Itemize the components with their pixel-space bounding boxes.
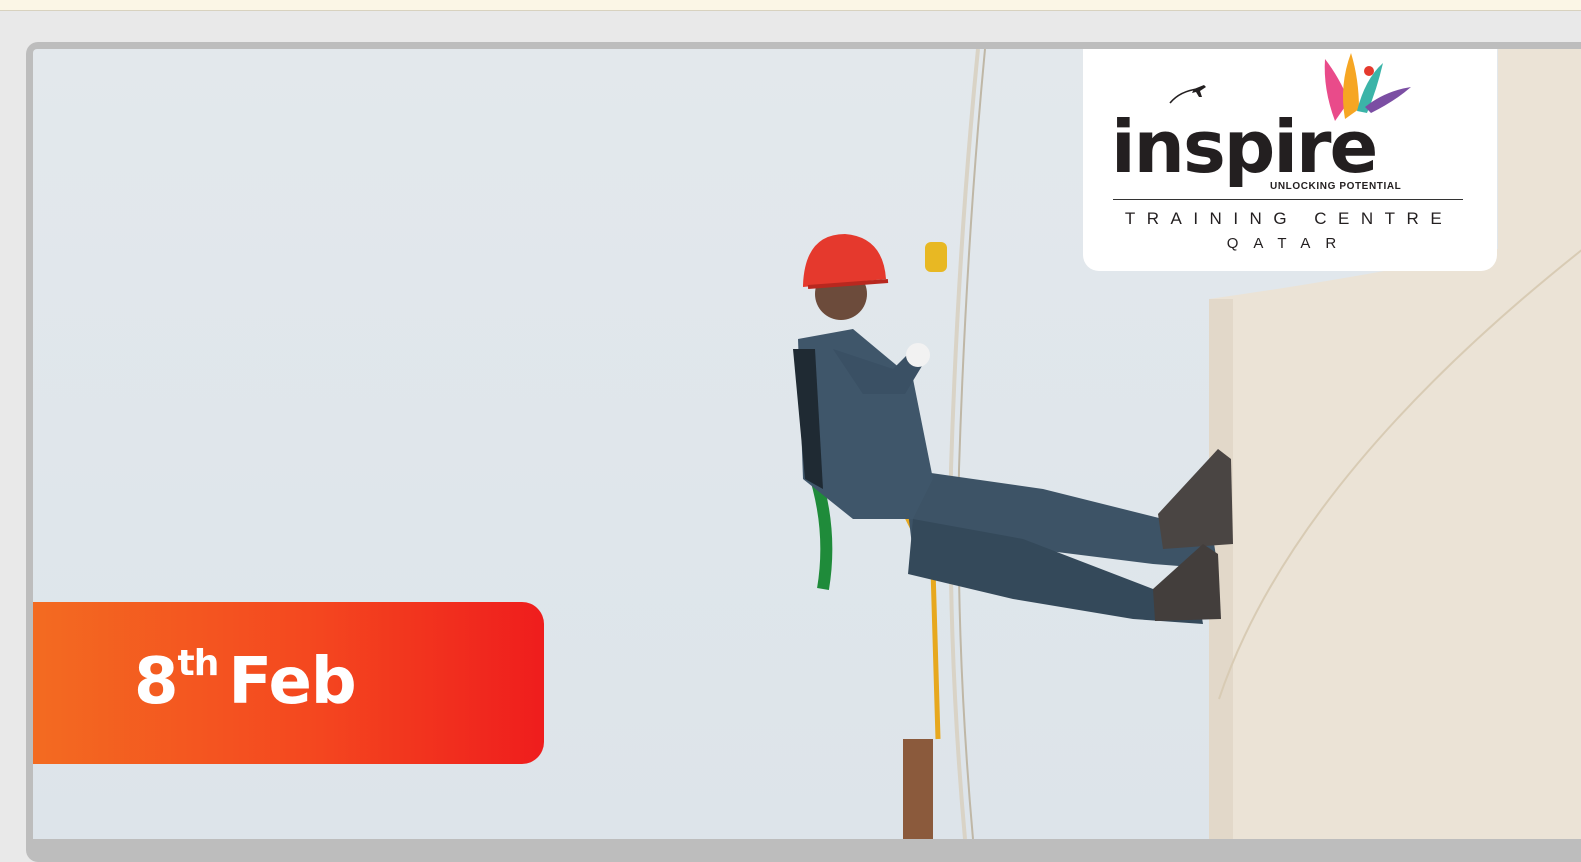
- boot-upper: [1158, 449, 1233, 549]
- logo-tagline: UNLOCKING POTENTIAL: [1270, 181, 1402, 192]
- date-month: Feb: [228, 645, 356, 719]
- logo-divider: [1113, 199, 1463, 200]
- date-suffix: th: [177, 643, 220, 684]
- top-bar: [0, 0, 1581, 11]
- logo-training-centre: TRAINING CENTRE: [1124, 209, 1454, 228]
- logo-country: QATAR: [1226, 235, 1352, 252]
- glove: [906, 343, 930, 367]
- helmet: [803, 234, 886, 287]
- course-banner[interactable]: inspire UNLOCKING POTENTIAL TRAINING CEN…: [33, 49, 1581, 839]
- date-badge: 8th Feb: [33, 602, 544, 764]
- date-day: 8: [134, 645, 179, 719]
- inspire-logo[interactable]: inspire UNLOCKING POTENTIAL TRAINING CEN…: [1083, 49, 1497, 271]
- work-seat: [903, 739, 933, 839]
- backup-rope: [957, 49, 986, 839]
- descender-device: [925, 242, 947, 272]
- banner-frame: inspire UNLOCKING POTENTIAL TRAINING CEN…: [26, 42, 1581, 862]
- airplane-icon: [1169, 85, 1206, 104]
- date-text: 8th Feb: [134, 643, 357, 715]
- logo-wordmark: inspire: [1111, 105, 1378, 189]
